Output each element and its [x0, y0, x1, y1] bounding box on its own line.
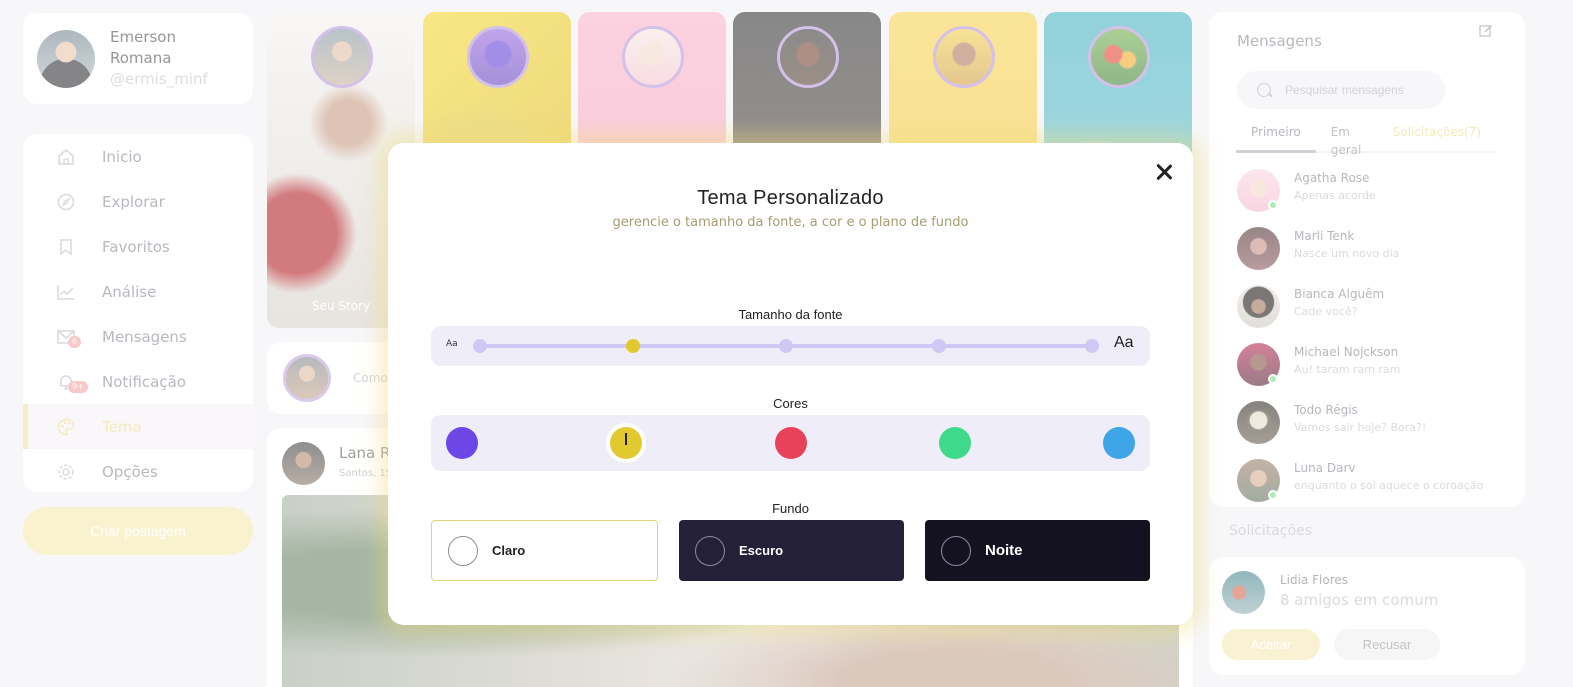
font-large-sample: Aa — [1114, 334, 1134, 351]
radio-circle — [448, 535, 478, 566]
font-size-label: Tamanho da fonte — [738, 307, 843, 322]
colors-label: Cores — [773, 396, 808, 411]
font-small-sample: Aa — [446, 339, 458, 349]
background-option-night[interactable]: Noite — [925, 520, 1150, 581]
background-option-label: Noite — [985, 542, 1023, 559]
radio-circle — [695, 535, 725, 566]
background-option-dark[interactable]: Escuro — [679, 520, 904, 581]
color-swatch[interactable] — [774, 427, 807, 459]
color-swatch[interactable] — [446, 427, 478, 459]
modal-title: Tema Personalizado — [697, 187, 884, 209]
close-icon[interactable] — [1152, 160, 1176, 184]
color-swatch[interactable] — [610, 427, 643, 459]
radio-circle — [941, 535, 971, 566]
theme-modal: Tema Personalizado gerencie o tamanho da… — [388, 143, 1193, 625]
font-size-control: Aa Aa — [431, 326, 1150, 366]
background-option-label: Claro — [492, 543, 526, 558]
font-size-step[interactable] — [932, 339, 946, 353]
background-option-light[interactable]: Claro — [431, 520, 658, 581]
color-picker — [431, 415, 1150, 471]
background-option-label: Escuro — [739, 543, 784, 558]
font-size-step[interactable] — [473, 339, 487, 353]
font-size-step[interactable] — [779, 339, 793, 353]
font-size-step[interactable] — [626, 339, 640, 353]
color-swatch[interactable] — [1103, 427, 1135, 459]
font-size-step[interactable] — [1085, 339, 1099, 353]
background-label: Fundo — [772, 501, 809, 516]
color-swatch[interactable] — [938, 427, 971, 459]
modal-subtitle: gerencie o tamanho da fonte, a cor e o p… — [612, 215, 969, 230]
